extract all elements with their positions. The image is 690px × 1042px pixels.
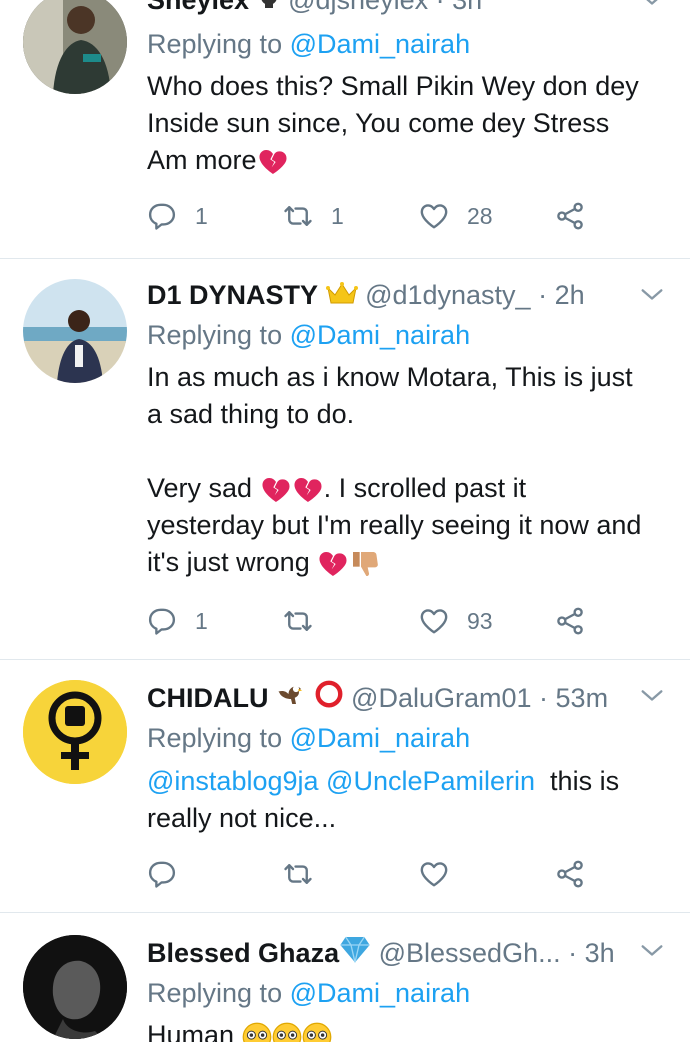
like-button[interactable]: 93 — [419, 599, 493, 643]
reply-prefix: Replying to — [147, 320, 283, 350]
share-icon — [555, 859, 585, 889]
text-line: this is — [550, 766, 620, 796]
blue-diamond-icon — [339, 933, 371, 977]
display-name[interactable]: Blessed Ghaza — [147, 938, 339, 968]
chevron-down-icon[interactable] — [638, 674, 666, 718]
reply-icon — [147, 201, 177, 231]
text-line: yesterday but I'm really seeing it now a… — [147, 510, 642, 540]
reply-context: Replying to @Dami_nairah — [147, 720, 470, 756]
tweet-actions: 1 93 — [147, 599, 667, 643]
retweet-count: 1 — [331, 202, 344, 229]
tweet-text: In as much as i know Motara, This is jus… — [147, 359, 670, 581]
reply-context: Replying to @Dami_nairah — [147, 975, 470, 1011]
display-name[interactable]: D1 DYNASTY — [147, 280, 318, 310]
tweet-d1dynasty[interactable]: D1 DYNASTY @d1dynasty_ · 2h Replying to … — [0, 259, 690, 659]
timestamp[interactable]: · 53m — [539, 683, 608, 713]
text-line: Very sad — [147, 473, 253, 503]
timestamp[interactable]: · 2h — [538, 280, 585, 310]
reply-icon — [147, 606, 177, 636]
crown-icon — [325, 275, 358, 319]
avatar[interactable] — [23, 0, 127, 94]
avatar[interactable] — [23, 680, 127, 784]
like-count: 28 — [467, 202, 493, 229]
retweet-button[interactable]: 1 — [283, 194, 344, 238]
chevron-down-icon[interactable] — [638, 273, 666, 317]
retweet-icon — [283, 859, 313, 889]
reply-count: 1 — [195, 607, 208, 634]
tweet-chidalu[interactable]: CHIDALU @DaluGram01 · 53m Replying to @D… — [0, 660, 690, 912]
tweet-text: @instablog9ja @UnclePamilerin this is re… — [147, 763, 670, 837]
handle[interactable]: @d1dynasty_ — [365, 280, 531, 310]
reply-button[interactable]: 1 — [147, 599, 208, 643]
reply-count: 1 — [195, 202, 208, 229]
tweet-sheylex[interactable]: Sheylex @djsheylex · 3h Replying to @Dam… — [0, 0, 690, 258]
reply-icon — [147, 859, 177, 889]
avatar[interactable] — [23, 935, 127, 1039]
like-icon — [419, 606, 449, 636]
share-button[interactable] — [555, 852, 585, 896]
tweet-text: Human — [147, 1017, 670, 1042]
share-button[interactable] — [555, 194, 585, 238]
timestamp[interactable]: · 3h — [568, 938, 615, 968]
like-count: 93 — [467, 607, 493, 634]
display-name[interactable]: CHIDALU — [147, 683, 269, 713]
reply-mention[interactable]: @Dami_nairah — [290, 320, 470, 350]
text-line: . I scrolled past it — [323, 473, 527, 503]
share-button[interactable] — [555, 599, 585, 643]
broken-heart-icon — [260, 474, 292, 506]
reply-prefix: Replying to — [147, 29, 283, 59]
reply-context: Replying to @Dami_nairah — [147, 26, 470, 62]
tweet-blessedghaza[interactable]: Blessed Ghaza @BlessedGh... · 3h Replyin… — [0, 913, 690, 1042]
broken-heart-icon — [257, 146, 289, 178]
text-line: really not nice... — [147, 803, 337, 833]
like-icon — [419, 201, 449, 231]
skull-icon — [257, 0, 281, 24]
share-icon — [555, 201, 585, 231]
text-line: Human — [147, 1020, 235, 1042]
timestamp[interactable]: · 3h — [436, 0, 483, 15]
reply-context: Replying to @Dami_nairah — [147, 317, 470, 353]
display-name[interactable]: Sheylex — [147, 0, 249, 15]
handle[interactable]: @djsheylex — [288, 0, 428, 15]
reply-button[interactable] — [147, 852, 195, 896]
text-line: In as much as i know Motara, This is jus… — [147, 362, 633, 392]
handle[interactable]: @DaluGram01 — [351, 683, 531, 713]
mention-link[interactable]: @instablog9ja — [147, 766, 319, 796]
retweet-button[interactable] — [283, 852, 331, 896]
reply-mention[interactable]: @Dami_nairah — [290, 29, 470, 59]
flushed-face-icon — [302, 1022, 332, 1042]
tweet-actions: 1 1 28 — [147, 194, 667, 238]
thumbs-down-icon — [353, 551, 379, 576]
tweet-actions — [147, 852, 667, 896]
tweet-text: Who does this? Small Pikin Wey don dey I… — [147, 68, 670, 179]
reply-button[interactable]: 1 — [147, 194, 208, 238]
red-circle-icon — [314, 678, 344, 722]
chevron-down-icon[interactable] — [638, 929, 666, 973]
broken-heart-icon — [292, 474, 324, 506]
retweet-icon — [283, 201, 313, 231]
like-button[interactable] — [419, 852, 467, 896]
mention-link[interactable]: @UnclePamilerin — [326, 766, 535, 796]
reply-prefix: Replying to — [147, 978, 283, 1008]
chevron-down-icon[interactable] — [638, 0, 666, 22]
reply-prefix: Replying to — [147, 723, 283, 753]
flushed-face-icon — [242, 1022, 272, 1042]
retweet-button[interactable] — [283, 599, 331, 643]
text-line: it's just wrong — [147, 547, 310, 577]
handle[interactable]: @BlessedGh... — [379, 938, 561, 968]
broken-heart-icon — [317, 548, 349, 580]
text-line: a sad thing to do. — [147, 399, 355, 429]
like-button[interactable]: 28 — [419, 194, 493, 238]
text-line: Inside sun since, You come dey Stress — [147, 108, 610, 138]
reply-mention[interactable]: @Dami_nairah — [290, 978, 470, 1008]
eagle-icon — [276, 678, 306, 722]
like-icon — [419, 859, 449, 889]
text-line: Am more — [147, 145, 257, 175]
reply-mention[interactable]: @Dami_nairah — [290, 723, 470, 753]
share-icon — [555, 606, 585, 636]
retweet-icon — [283, 606, 313, 636]
flushed-face-icon — [272, 1022, 302, 1042]
avatar[interactable] — [23, 279, 127, 383]
text-line: Who does this? Small Pikin Wey don dey — [147, 71, 639, 101]
